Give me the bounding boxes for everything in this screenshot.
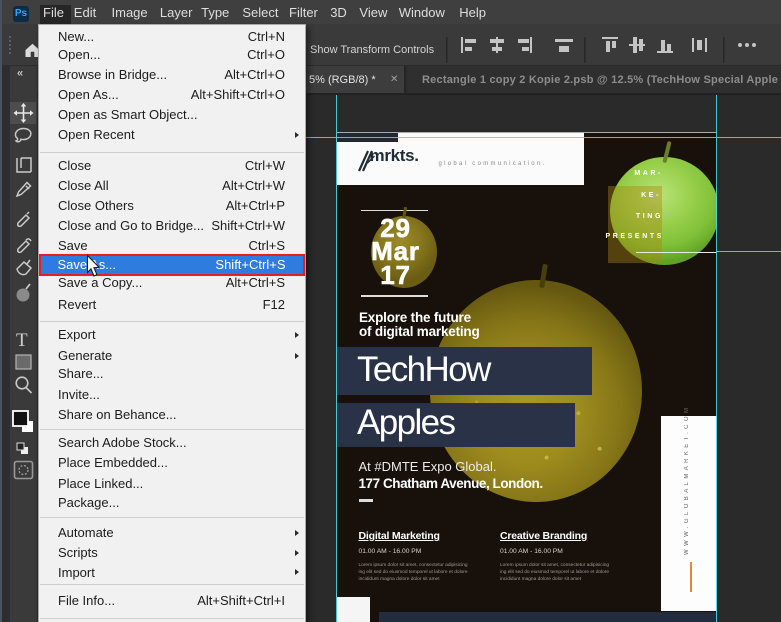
svg-text:«: « — [17, 68, 23, 80]
svg-text:T: T — [16, 330, 28, 351]
